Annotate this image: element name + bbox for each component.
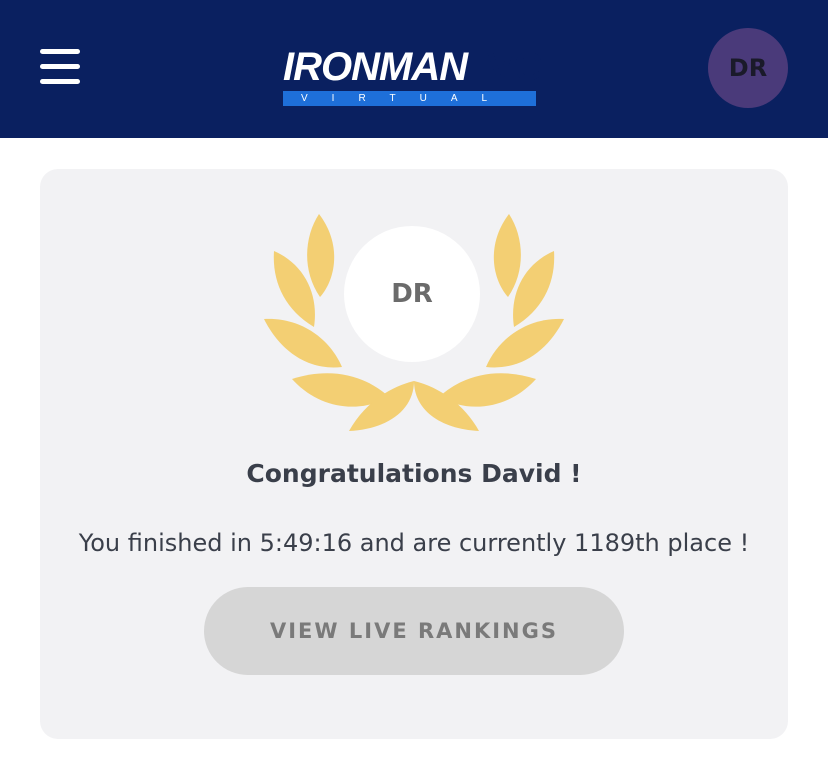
- winner-avatar: DR: [344, 226, 480, 362]
- congratulations-heading: Congratulations David !: [246, 459, 582, 488]
- ironman-vc-logo[interactable]: IRONMAN VC VIRTUAL CLUB: [283, 33, 543, 107]
- user-avatar-button[interactable]: DR: [708, 28, 788, 108]
- top-nav-bar: IRONMAN VC VIRTUAL CLUB DR: [0, 0, 828, 138]
- finish-card: DR Congratulations David ! You finished …: [40, 169, 788, 739]
- menu-line: [40, 79, 80, 84]
- logo-suffix: VC: [487, 45, 543, 89]
- menu-line: [40, 64, 80, 69]
- logo-wordmark: IRONMAN: [283, 45, 468, 89]
- hamburger-menu-icon[interactable]: [40, 46, 80, 88]
- finish-result-text: You finished in 5:49:16 and are currentl…: [78, 529, 750, 557]
- menu-line: [40, 49, 80, 54]
- view-live-rankings-button[interactable]: VIEW LIVE RANKINGS: [204, 587, 624, 675]
- logo-band: VIRTUAL CLUB: [283, 91, 536, 106]
